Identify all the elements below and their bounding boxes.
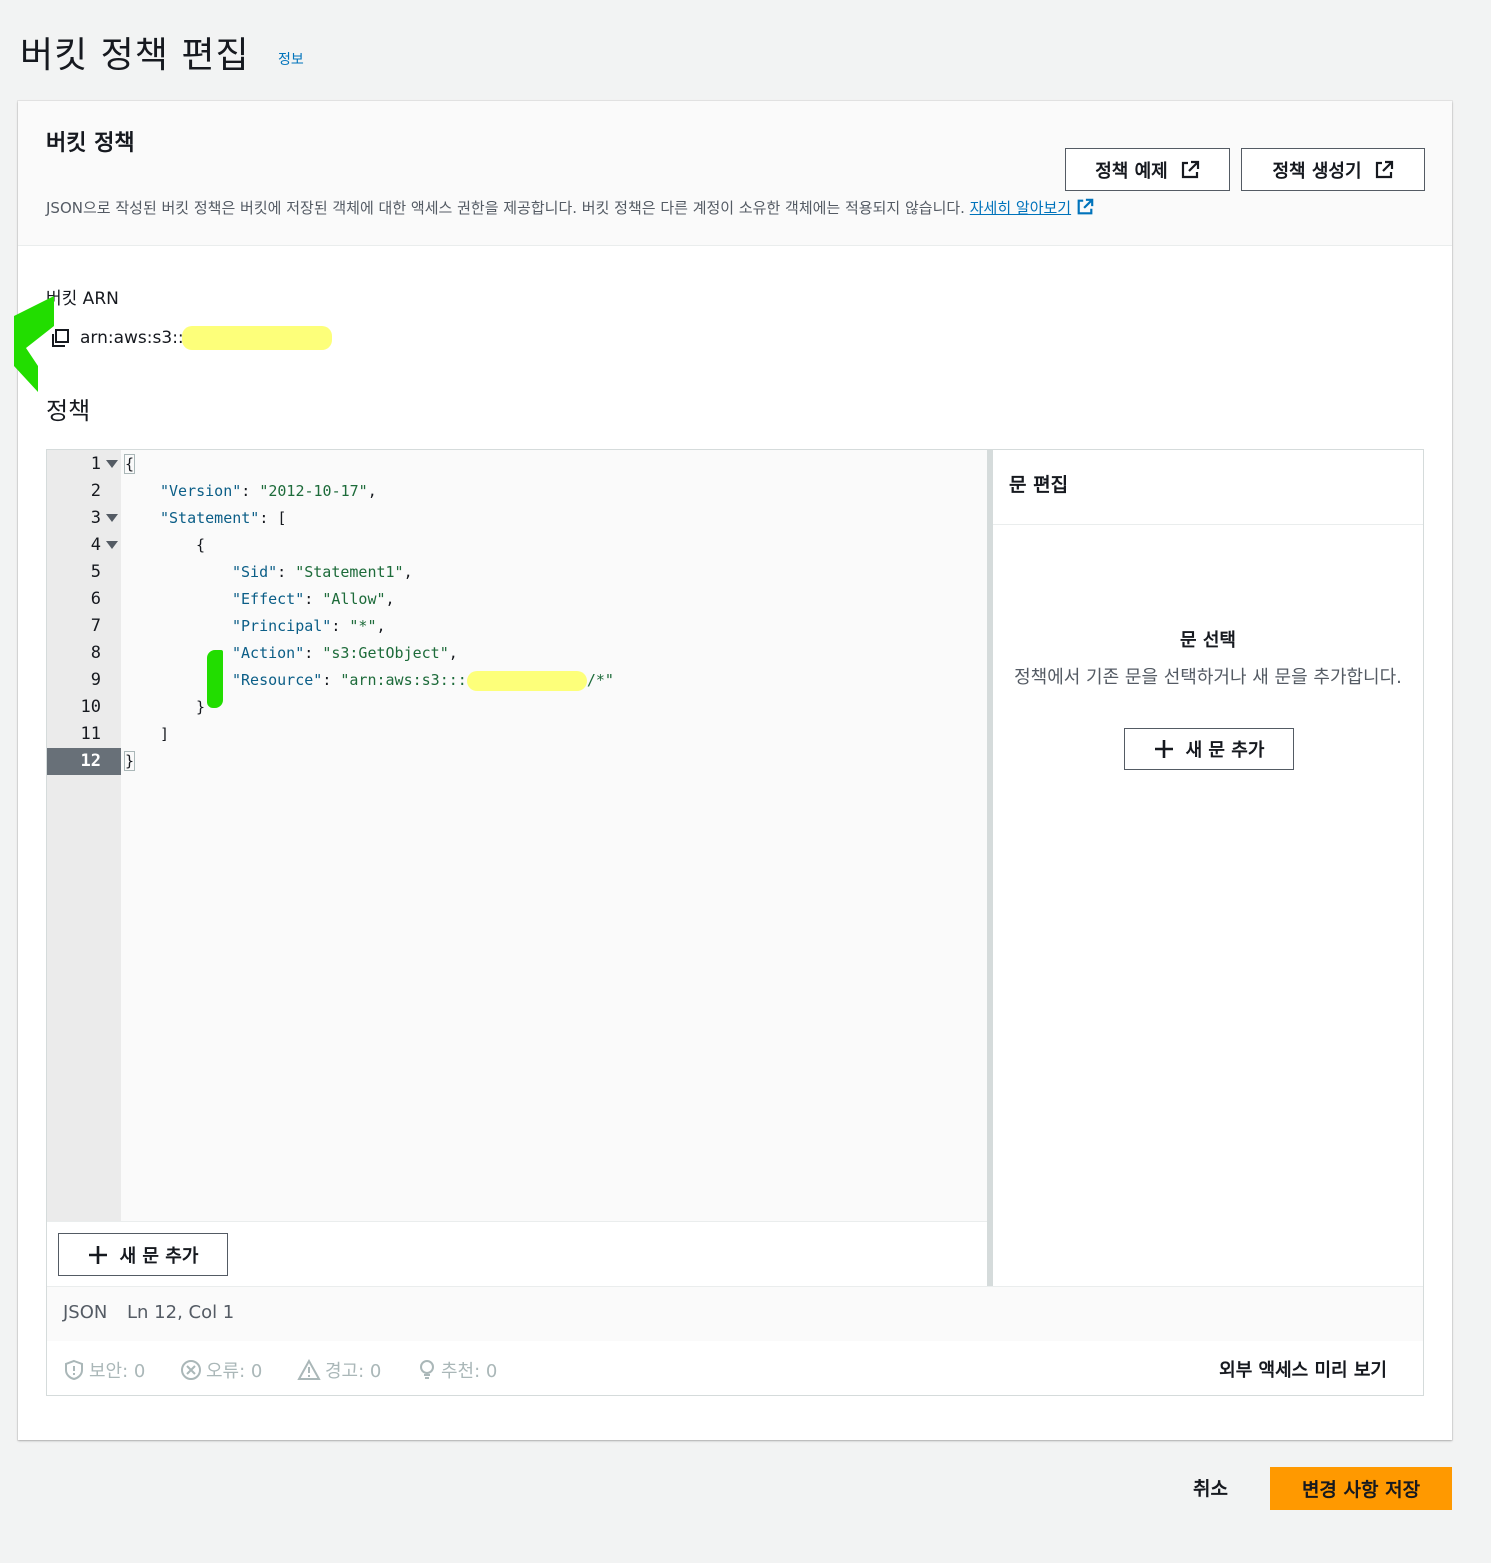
cancel-button[interactable]: 취소 [1193, 1474, 1228, 1501]
policy-examples-button[interactable]: 정책 예제 [1065, 148, 1230, 191]
line-number: 11 [80, 724, 101, 744]
line-number: 9 [90, 670, 101, 690]
security-count[interactable]: 보안: 0 [63, 1357, 145, 1383]
editor-footer: 새 문 추가 [47, 1221, 987, 1287]
line-number: 4 [47, 532, 121, 559]
code-line: "Action": "s3:GetObject", [232, 644, 458, 662]
plus-icon [88, 1245, 107, 1264]
bucket-arn: arn:aws:s3:: [50, 326, 332, 350]
save-changes-button[interactable]: 변경 사항 저장 [1270, 1467, 1452, 1510]
error-count[interactable]: 오류: 0 [180, 1357, 262, 1383]
bucket-policy-panel: 버킷 정책 정책 예제 정책 생성기 JSON으로 작성된 버킷 정책은 버킷에… [14, 101, 1452, 1440]
fold-arrow-icon[interactable] [106, 541, 118, 549]
panel-description: JSON으로 작성된 버킷 정책은 버킷에 저장된 객체에 대한 액세스 권한을… [46, 197, 1094, 218]
cursor-position: Ln 12, Col 1 [127, 1302, 235, 1323]
code-line: "Version": "2012-10-17", [160, 482, 377, 500]
line-number: 7 [90, 616, 101, 636]
suggestion-count[interactable]: 추천: 0 [417, 1357, 497, 1383]
annotation-mark [14, 296, 54, 392]
line-number-active: 12 [47, 748, 121, 775]
shield-icon [65, 1359, 83, 1381]
plus-icon [1154, 740, 1173, 758]
code-line: "Resource": "arn:aws:s3:::/*" [232, 670, 614, 691]
line-number: 10 [80, 697, 101, 717]
code-line: { [123, 454, 136, 474]
add-statement-label: 새 문 추가 [119, 1245, 199, 1267]
line-number: 1 [47, 451, 121, 478]
warning-count[interactable]: 경고: 0 [297, 1357, 381, 1383]
line-number: 2 [90, 481, 101, 501]
empty-state-description: 정책에서 기존 문을 선택하거나 새 문을 추가합니다. [1014, 667, 1402, 688]
policy-generator-button[interactable]: 정책 생성기 [1241, 148, 1425, 191]
code-line: ] [160, 725, 170, 743]
line-number: 3 [47, 505, 121, 532]
bucket-arn-value: arn:aws:s3:: [80, 328, 184, 348]
redaction-highlight [181, 326, 332, 350]
external-link-icon[interactable] [1076, 198, 1094, 216]
statement-editor-title: 문 편집 [1009, 474, 1069, 496]
line-number: 5 [90, 562, 101, 582]
validation-bar: 보안: 0 오류: 0 경고: 0 추천: 0 외부 액세스 미리 보기 [47, 1341, 1423, 1395]
code-line: } [196, 698, 206, 716]
fold-arrow-icon[interactable] [106, 460, 118, 468]
annotation-mark [207, 650, 223, 708]
policy-editor: 1 2 3 4 5 6 7 8 9 10 11 12 { "Version": … [46, 449, 1424, 1396]
code-editor[interactable]: 1 2 3 4 5 6 7 8 9 10 11 12 { "Version": … [47, 450, 987, 1221]
add-statement-button[interactable]: 새 문 추가 [58, 1233, 228, 1276]
line-number: 8 [90, 643, 101, 663]
panel-header: 버킷 정책 정책 예제 정책 생성기 JSON으로 작성된 버킷 정책은 버킷에… [18, 101, 1452, 246]
empty-state-title: 문 선택 [1180, 630, 1236, 651]
code-line: "Effect": "Allow", [232, 590, 395, 608]
line-gutter: 1 2 3 4 5 6 7 8 9 10 11 12 [47, 450, 121, 1221]
fold-arrow-icon[interactable] [106, 514, 118, 522]
description-text: JSON으로 작성된 버킷 정책은 버킷에 저장된 객체에 대한 액세스 권한을… [46, 199, 965, 217]
lightbulb-icon [420, 1360, 434, 1379]
learn-more-link[interactable]: 자세히 알아보기 [970, 199, 1071, 217]
policy-label: 정책 [46, 397, 91, 425]
language-indicator: JSON [63, 1302, 108, 1323]
panel-title: 버킷 정책 [46, 131, 135, 156]
add-statement-label: 새 문 추가 [1185, 740, 1265, 761]
statement-editor-panel: 문 편집 문 선택 정책에서 기존 문을 선택하거나 새 문을 추가합니다. 새… [993, 450, 1423, 1286]
external-access-preview-button[interactable]: 외부 액세스 미리 보기 [1219, 1356, 1387, 1382]
code-line: "Statement": [ [160, 509, 287, 527]
external-link-icon [1181, 160, 1199, 178]
warning-icon [297, 1359, 321, 1380]
external-link-icon [1375, 160, 1393, 178]
code-line: { [196, 536, 206, 554]
redaction-highlight [466, 670, 587, 691]
policy-generator-label: 정책 생성기 [1272, 160, 1362, 182]
side-add-statement-button[interactable]: 새 문 추가 [1124, 728, 1294, 770]
divider [993, 524, 1423, 525]
policy-examples-label: 정책 예제 [1095, 160, 1168, 182]
page-title: 버킷 정책 편집 [20, 35, 250, 76]
code-line: "Sid": "Statement1", [232, 563, 413, 581]
code-line: } [123, 751, 136, 771]
info-link[interactable]: 정보 [278, 49, 304, 69]
editor-status-bar: JSON Ln 12, Col 1 [47, 1286, 1423, 1342]
code-line: "Principal": "*", [232, 617, 386, 635]
error-icon [181, 1360, 201, 1380]
line-number: 6 [90, 589, 101, 609]
